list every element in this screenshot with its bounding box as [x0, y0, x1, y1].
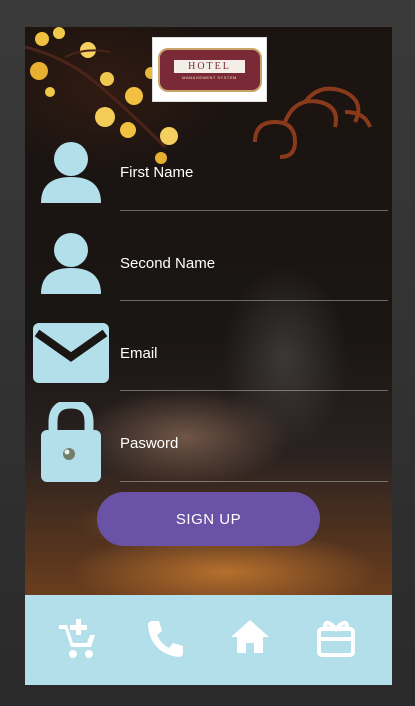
logo-title: HOTEL [174, 59, 245, 73]
mail-icon [33, 323, 109, 383]
bottom-navigation [25, 595, 392, 685]
app-screen: HOTEL MANAGEMENT SYSTEM First Name Secon… [25, 27, 392, 685]
home-icon[interactable] [229, 617, 271, 657]
logo-subtitle: MANAGEMENT SYSTEM [182, 74, 237, 80]
person-icon [41, 233, 101, 294]
email-input[interactable]: Email [120, 345, 158, 362]
person-icon [41, 142, 101, 203]
password-underline [120, 481, 388, 482]
email-underline [120, 390, 388, 391]
password-input[interactable]: Pasword [120, 435, 178, 452]
hotel-logo: HOTEL MANAGEMENT SYSTEM [152, 37, 267, 102]
second-name-underline [120, 300, 388, 301]
second-name-input[interactable]: Second Name [120, 255, 215, 272]
gift-card-icon[interactable] [315, 617, 357, 659]
first-name-underline [120, 210, 388, 211]
phone-icon[interactable] [145, 617, 185, 659]
first-name-input[interactable]: First Name [120, 164, 193, 181]
add-cart-icon[interactable] [57, 617, 99, 661]
sign-up-button[interactable]: SIGN UP [97, 492, 320, 546]
lock-icon [41, 402, 101, 482]
